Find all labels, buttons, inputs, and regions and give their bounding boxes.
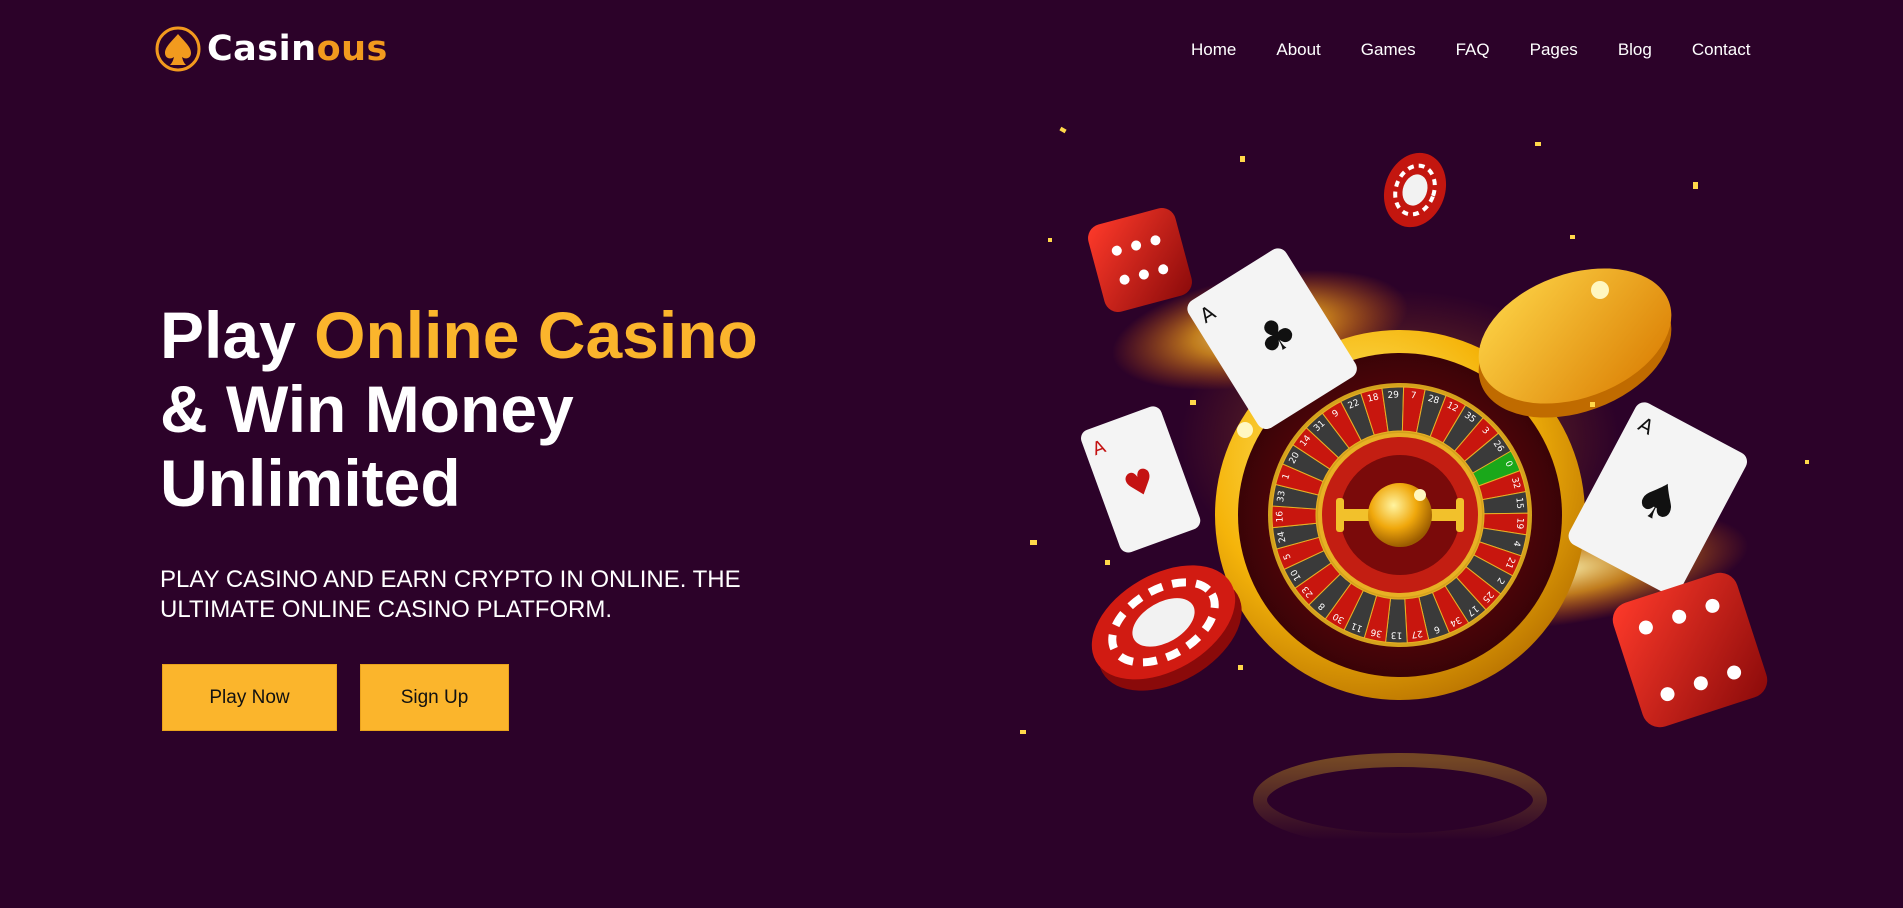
casino-illustration: 0321519421225173462713361130823105241633… bbox=[1020, 126, 1809, 847]
nav-about[interactable]: About bbox=[1276, 40, 1320, 60]
headline-plain: Play bbox=[160, 298, 315, 372]
roulette-number: 15 bbox=[1513, 497, 1524, 509]
roulette-number: 7 bbox=[1410, 391, 1417, 402]
main-nav: Home About Games FAQ Pages Blog Contact bbox=[1191, 40, 1750, 60]
headline-highlight: Online Casino bbox=[314, 298, 758, 372]
poker-chip-top bbox=[1383, 152, 1447, 228]
sign-up-button[interactable]: Sign Up bbox=[360, 664, 509, 731]
hero-subtitle: PLAY CASINO AND EARN CRYPTO IN ONLINE. T… bbox=[160, 566, 741, 623]
roulette-reflection bbox=[1253, 753, 1547, 847]
roulette-number: 16 bbox=[1275, 511, 1285, 523]
nav-home[interactable]: Home bbox=[1191, 40, 1236, 60]
nav-faq[interactable]: FAQ bbox=[1456, 40, 1490, 60]
logo-text-main: Casin bbox=[207, 29, 317, 69]
roulette-number: 29 bbox=[1387, 390, 1399, 401]
roulette-number: 13 bbox=[1391, 629, 1403, 639]
headline-line3: Unlimited bbox=[160, 446, 461, 520]
spade-icon bbox=[155, 26, 201, 72]
nav-contact[interactable]: Contact bbox=[1692, 40, 1751, 60]
headline-line2: & Win Money bbox=[160, 372, 574, 446]
logo-text: Casinous bbox=[207, 29, 388, 69]
play-now-button[interactable]: Play Now bbox=[162, 664, 337, 731]
roulette-number: 19 bbox=[1514, 517, 1525, 529]
site-logo[interactable]: Casinous bbox=[155, 25, 388, 73]
nav-blog[interactable]: Blog bbox=[1618, 40, 1652, 60]
logo-text-accent: ous bbox=[316, 29, 388, 69]
nav-pages[interactable]: Pages bbox=[1530, 40, 1578, 60]
roulette-number: 24 bbox=[1277, 530, 1289, 543]
roulette-number: 33 bbox=[1276, 490, 1288, 503]
nav-games[interactable]: Games bbox=[1361, 40, 1416, 60]
hero-headline: Play Online Casino & Win Money Unlimited bbox=[160, 298, 758, 520]
roulette-number: 27 bbox=[1410, 628, 1423, 640]
